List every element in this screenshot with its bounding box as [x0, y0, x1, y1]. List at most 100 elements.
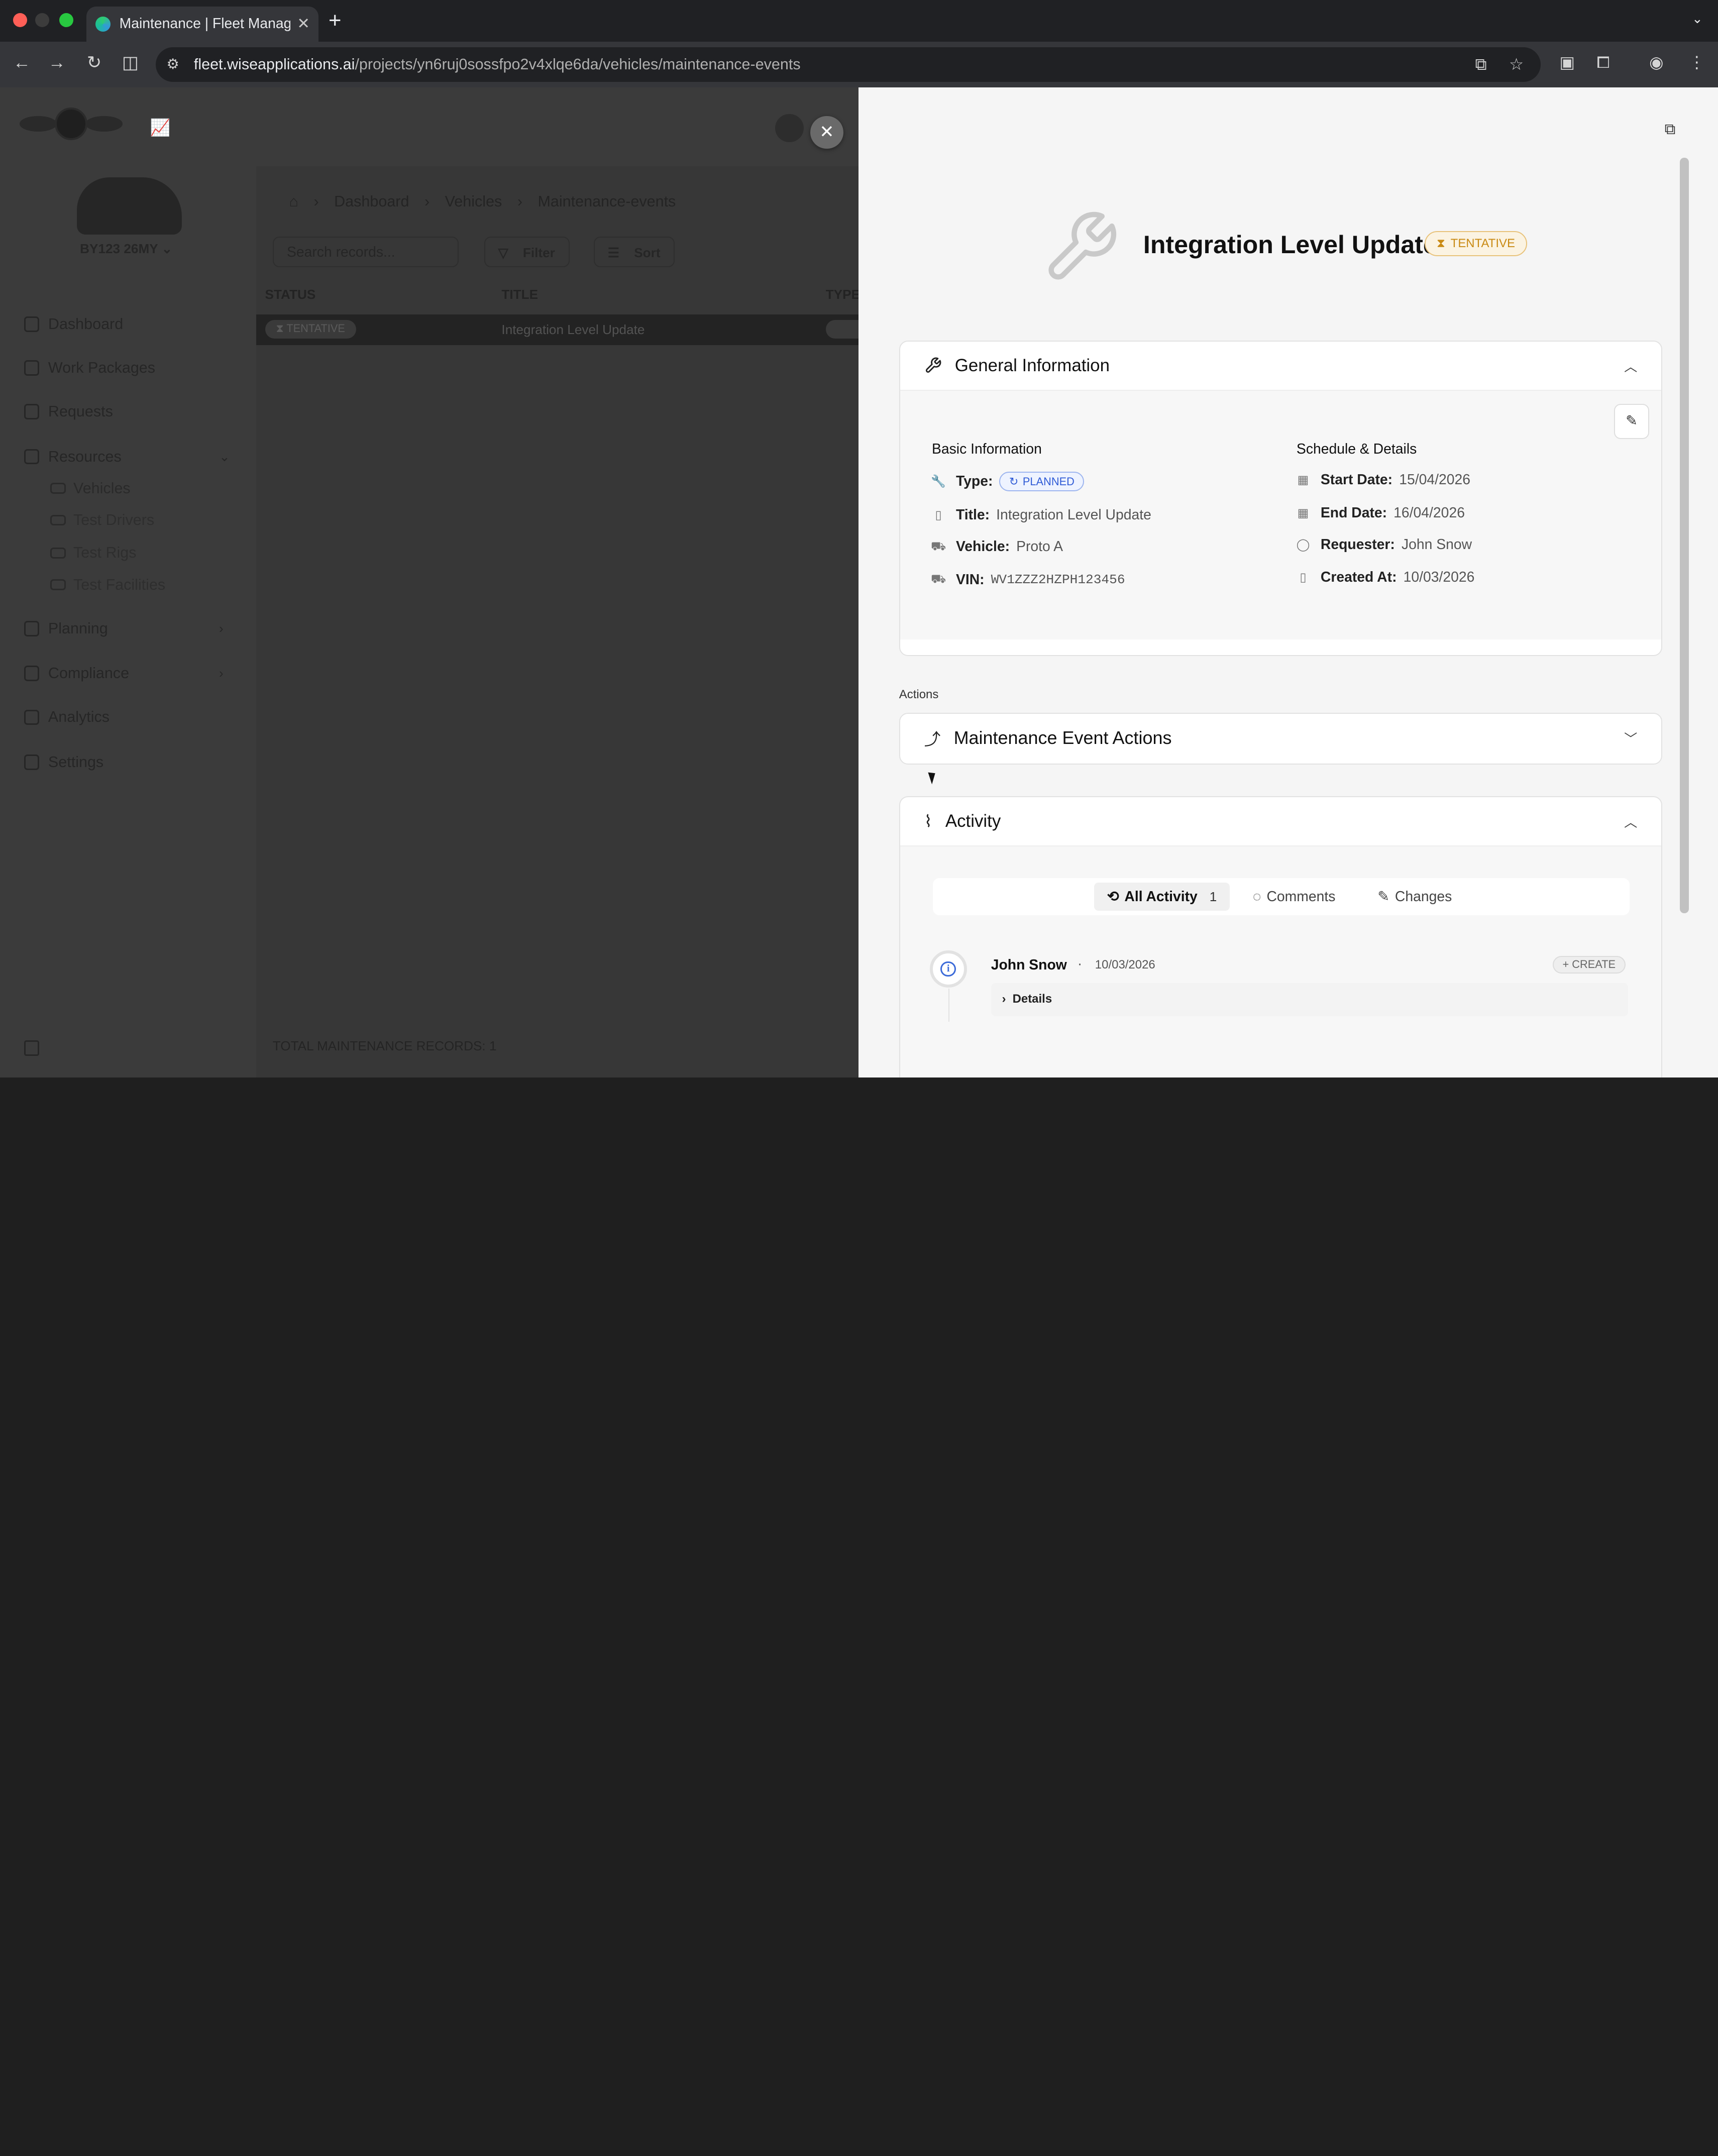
sidebar-item-planning[interactable]: Planning: [24, 620, 108, 637]
chevron-up-icon[interactable]: ︿: [1624, 356, 1637, 375]
sidebar-item-resources[interactable]: Resources: [24, 448, 122, 466]
app-logo[interactable]: [20, 103, 123, 145]
search-input[interactable]: Search records...: [272, 236, 459, 267]
sidebar-item-vehicles[interactable]: Vehicles: [50, 480, 131, 497]
sidebar-collapse-icon[interactable]: [24, 1040, 40, 1056]
window-minimize-button[interactable]: [35, 13, 50, 28]
column-header-status[interactable]: STATUS: [265, 287, 316, 302]
calendar-icon: [24, 621, 40, 636]
sidebar-item-test-rigs[interactable]: Test Rigs: [50, 544, 137, 562]
activity-count: 1: [1209, 889, 1217, 904]
breadcrumb-dashboard[interactable]: Dashboard: [334, 193, 409, 210]
window-close-button[interactable]: [13, 13, 28, 28]
extensions-puzzle-icon[interactable]: ⧠: [1596, 53, 1609, 72]
column-header-type[interactable]: TYPE: [826, 287, 860, 302]
timeline-line: [948, 989, 949, 1022]
tab-title: Maintenance | Fleet Managem: [119, 16, 291, 32]
new-tab-button[interactable]: +: [329, 9, 341, 33]
url-text: fleet.wiseapplications.ai/projects/yn6ru…: [193, 56, 801, 73]
card-title: Activity: [945, 811, 1001, 831]
sidebar-item-analytics[interactable]: Analytics: [24, 708, 110, 726]
close-drawer-button[interactable]: ✕: [810, 116, 843, 149]
reload-icon[interactable]: ↻: [83, 53, 105, 73]
row-title: Integration Level Update: [501, 321, 645, 337]
rig-icon: [50, 548, 66, 559]
activity-card: ⌇ Activity ︿ ⟲ All Activity 1 ◌ Comments: [899, 796, 1663, 1078]
browser-menu-icon[interactable]: ⋮: [1689, 53, 1705, 72]
document-icon: ▯: [1300, 571, 1307, 585]
tab-close-icon[interactable]: ✕: [297, 15, 310, 33]
chevron-down-icon[interactable]: ⌄: [219, 449, 230, 465]
status-badge: ⧗ TENTATIVE: [1425, 231, 1527, 257]
details-toggle[interactable]: › Details: [991, 983, 1629, 1016]
separator: ·: [1077, 955, 1083, 972]
activity-header[interactable]: ⌇ Activity ︿: [900, 797, 1661, 845]
history-icon: ⟲: [1107, 889, 1119, 905]
site-info-icon[interactable]: ⚙: [166, 56, 179, 73]
app-header: 📈: [0, 87, 859, 167]
sort-button[interactable]: ☰ Sort: [593, 236, 675, 267]
page-title: Integration Level Update: [1143, 230, 1437, 259]
edit-button[interactable]: ✎: [1614, 404, 1649, 439]
sidebar-item-requests[interactable]: Requests: [24, 403, 113, 420]
scale-icon: [24, 666, 40, 681]
filter-button[interactable]: ▽ Filter: [484, 236, 570, 267]
analytics-shortcut-icon[interactable]: 📈: [150, 118, 171, 137]
breadcrumb: ⌂ › Dashboard › Vehicles › Maintenance-e…: [289, 192, 676, 210]
tab-comments[interactable]: ◌ Comments: [1240, 883, 1349, 911]
field-title: ▯ Title: Integration Level Update: [932, 507, 1151, 523]
sidebar-item-compliance[interactable]: Compliance: [24, 665, 129, 682]
sidebar-item-work-packages[interactable]: Work Packages: [24, 359, 155, 377]
browser-tab[interactable]: Maintenance | Fleet Managem ✕: [86, 7, 319, 42]
scrollbar[interactable]: [1680, 157, 1689, 914]
chevron-up-icon[interactable]: ︿: [1624, 812, 1637, 831]
install-app-icon[interactable]: ⧉: [1475, 55, 1486, 74]
browser-titlebar: Maintenance | Fleet Managem ✕ + ⌄: [0, 0, 1718, 42]
field-type: 🔧 Type: ↻ PLANNED: [931, 472, 1085, 492]
address-bar[interactable]: ⚙ fleet.wiseapplications.ai/projects/yn6…: [155, 47, 1541, 82]
open-in-new-icon[interactable]: ⧉: [1665, 121, 1676, 139]
sort-icon: ☰: [607, 245, 620, 261]
tab-search-icon[interactable]: ⌄: [1692, 11, 1703, 27]
app-background: 📈 BY123 26MY ⌄ Dashboard Work Packages R…: [0, 87, 860, 1078]
basic-information-label: Basic Information: [931, 441, 1042, 458]
sidebar-item-settings[interactable]: Settings: [24, 753, 103, 771]
maintenance-actions-header[interactable]: ⤴ Maintenance Event Actions ﹀: [900, 714, 1661, 762]
split-view-icon[interactable]: ◫: [120, 53, 142, 73]
maintenance-actions-card[interactable]: ⤴ Maintenance Event Actions ﹀: [899, 713, 1663, 765]
sidebar-item-dashboard[interactable]: Dashboard: [24, 315, 123, 333]
general-information-header[interactable]: General Information ︿: [900, 342, 1661, 390]
column-header-title[interactable]: TITLE: [501, 287, 538, 302]
vehicle-selector[interactable]: BY123 26MY ⌄: [80, 241, 172, 257]
folder-icon: [24, 449, 40, 465]
tab-changes[interactable]: ✎ Changes: [1364, 883, 1465, 911]
building-icon: [50, 579, 66, 591]
route-icon: ⤴: [924, 729, 941, 748]
wrench-icon: [925, 357, 941, 373]
activity-icon: ⌇: [924, 811, 932, 830]
user-avatar[interactable]: [775, 114, 804, 143]
extension-icon[interactable]: ▣: [1559, 53, 1575, 72]
sidebar-item-test-drivers[interactable]: Test Drivers: [50, 511, 154, 529]
chevron-down-icon[interactable]: ﹀: [1624, 728, 1637, 747]
chevron-right-icon[interactable]: ›: [219, 621, 224, 636]
breadcrumb-vehicles[interactable]: Vehicles: [445, 193, 502, 210]
back-icon[interactable]: ←: [11, 53, 33, 73]
activity-user: John Snow: [991, 956, 1067, 973]
forward-icon[interactable]: →: [46, 53, 68, 73]
chevron-right-icon[interactable]: ›: [219, 666, 224, 681]
field-end-date: ▦ End Date: 16/04/2026: [1297, 504, 1465, 521]
users-icon: [50, 514, 66, 526]
sidebar-item-test-facilities[interactable]: Test Facilities: [50, 576, 165, 594]
gear-icon: [24, 754, 40, 770]
field-requester: ◯ Requester: John Snow: [1296, 536, 1472, 553]
home-icon[interactable]: ⌂: [289, 193, 298, 210]
chevron-right-icon: ›: [1002, 992, 1006, 1006]
wrench-icon: 🔧: [931, 475, 946, 489]
window-zoom-button[interactable]: [59, 13, 74, 28]
bookmark-star-icon[interactable]: ☆: [1509, 55, 1524, 74]
tab-all-activity[interactable]: ⟲ All Activity 1: [1094, 882, 1230, 911]
main-content: ⌂ › Dashboard › Vehicles › Maintenance-e…: [256, 166, 860, 1078]
profile-icon[interactable]: ◉: [1649, 53, 1664, 72]
pencil-icon: ✎: [1377, 889, 1389, 905]
